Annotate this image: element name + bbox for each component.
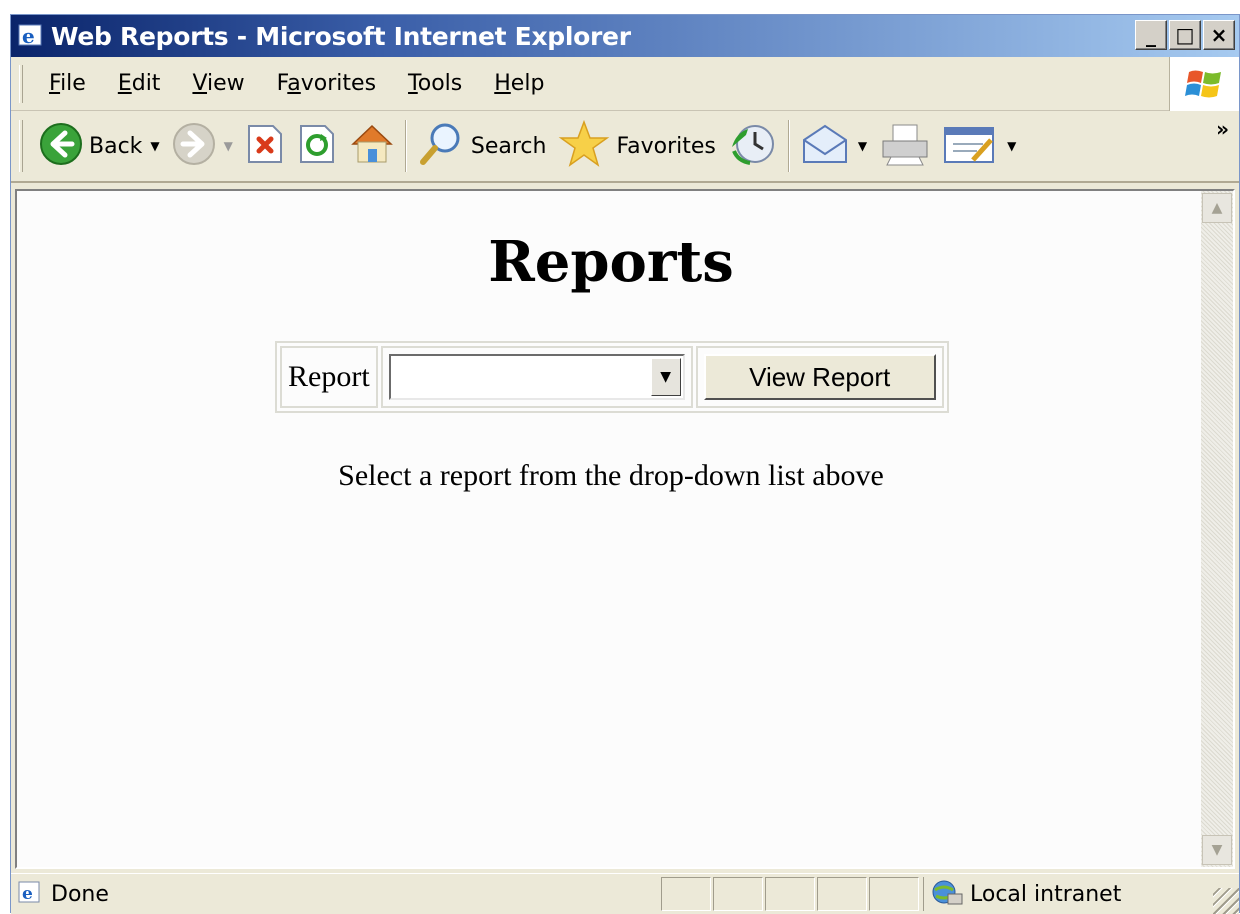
scroll-up-arrow-icon[interactable]: ▲ <box>1202 193 1232 223</box>
favorites-button[interactable]: Favorites <box>552 116 721 176</box>
edit-button[interactable]: ▼ <box>937 116 1022 176</box>
refresh-button[interactable] <box>291 116 343 176</box>
menu-favorites[interactable]: Favorites <box>261 71 392 96</box>
report-form: Report ▼ View Report <box>275 341 949 413</box>
mail-dropdown-arrow-icon[interactable]: ▼ <box>858 139 867 153</box>
menu-help[interactable]: Help <box>478 71 560 96</box>
print-button[interactable] <box>873 116 937 176</box>
edit-page-icon <box>943 122 999 170</box>
svg-text:e: e <box>22 884 33 904</box>
home-button[interactable] <box>343 116 401 176</box>
forward-arrow-icon <box>172 122 216 170</box>
report-select[interactable]: ▼ <box>388 354 685 400</box>
intranet-globe-icon <box>930 878 964 910</box>
standard-toolbar: Back ▼ ▼ Search Favorites ▼ ▼ » <box>11 111 1239 183</box>
printer-icon <box>879 121 931 171</box>
back-button[interactable]: Back ▼ <box>33 116 166 176</box>
browser-window: e Web Reports - Microsoft Internet Explo… <box>10 14 1240 914</box>
refresh-icon <box>297 122 337 170</box>
status-pane <box>661 877 711 911</box>
toolbar-separator <box>404 120 407 172</box>
forward-button[interactable]: ▼ <box>166 116 239 176</box>
toolbar-overflow-chevron[interactable]: » <box>1216 117 1229 141</box>
view-report-cell: View Report <box>695 346 944 408</box>
report-select-cell: ▼ <box>380 346 693 408</box>
history-button[interactable] <box>722 116 784 176</box>
status-pane <box>817 877 867 911</box>
favorites-label: Favorites <box>616 133 716 159</box>
back-label: Back <box>89 133 143 159</box>
minimize-button[interactable]: _ <box>1135 20 1167 50</box>
select-dropdown-arrow-icon[interactable]: ▼ <box>650 358 681 396</box>
windows-logo-icon <box>1169 57 1239 111</box>
mail-button[interactable]: ▼ <box>794 116 873 176</box>
menu-file[interactable]: File <box>33 71 102 96</box>
page-status-icon: e <box>17 879 43 909</box>
toolbar-grip[interactable] <box>19 120 23 172</box>
edit-dropdown-arrow-icon[interactable]: ▼ <box>1007 139 1016 153</box>
search-button[interactable]: Search <box>411 116 553 176</box>
menu-edit[interactable]: Edit <box>102 71 177 96</box>
title-bar[interactable]: e Web Reports - Microsoft Internet Explo… <box>11 15 1239 57</box>
zone-label: Local intranet <box>970 881 1122 907</box>
star-icon <box>558 119 610 173</box>
forward-dropdown-arrow-icon[interactable]: ▼ <box>224 139 233 153</box>
home-icon <box>349 122 395 170</box>
mail-icon <box>800 122 850 170</box>
scroll-down-arrow-icon[interactable]: ▼ <box>1202 835 1232 865</box>
svg-text:e: e <box>22 24 35 48</box>
page-title: Reports <box>488 229 734 295</box>
back-dropdown-arrow-icon[interactable]: ▼ <box>150 139 159 153</box>
security-zone[interactable]: Local intranet <box>923 877 1121 911</box>
magnifier-icon <box>417 121 465 171</box>
status-text: Done <box>51 881 109 907</box>
status-pane <box>765 877 815 911</box>
back-arrow-icon <box>39 122 83 170</box>
menu-bar: File Edit View Favorites Tools Help <box>11 57 1239 111</box>
report-label: Report <box>288 360 370 393</box>
report-label-cell: Report <box>280 346 378 408</box>
resize-grip[interactable] <box>1213 888 1239 914</box>
menu-grip[interactable] <box>19 64 23 103</box>
status-bar: e Done Local intranet <box>11 873 1239 914</box>
history-clock-icon <box>728 121 778 171</box>
close-button[interactable]: × <box>1203 20 1235 50</box>
status-pane <box>713 877 763 911</box>
search-label: Search <box>470 133 547 159</box>
toolbar-separator <box>787 120 790 172</box>
stop-button[interactable] <box>239 116 291 176</box>
page-viewport: Reports Report ▼ View Report Select a re… <box>15 189 1235 869</box>
menu-view[interactable]: View <box>176 71 260 96</box>
window-title: Web Reports - Microsoft Internet Explore… <box>51 21 631 51</box>
instruction-text: Select a report from the drop-down list … <box>338 459 884 492</box>
status-pane <box>869 877 919 911</box>
stop-icon <box>245 122 285 170</box>
vertical-scrollbar[interactable]: ▲ ▼ <box>1201 191 1233 867</box>
menu-tools[interactable]: Tools <box>392 71 478 96</box>
ie-logo-icon: e <box>17 22 45 50</box>
maximize-button[interactable]: □ <box>1169 20 1201 50</box>
view-report-button[interactable]: View Report <box>703 354 936 400</box>
